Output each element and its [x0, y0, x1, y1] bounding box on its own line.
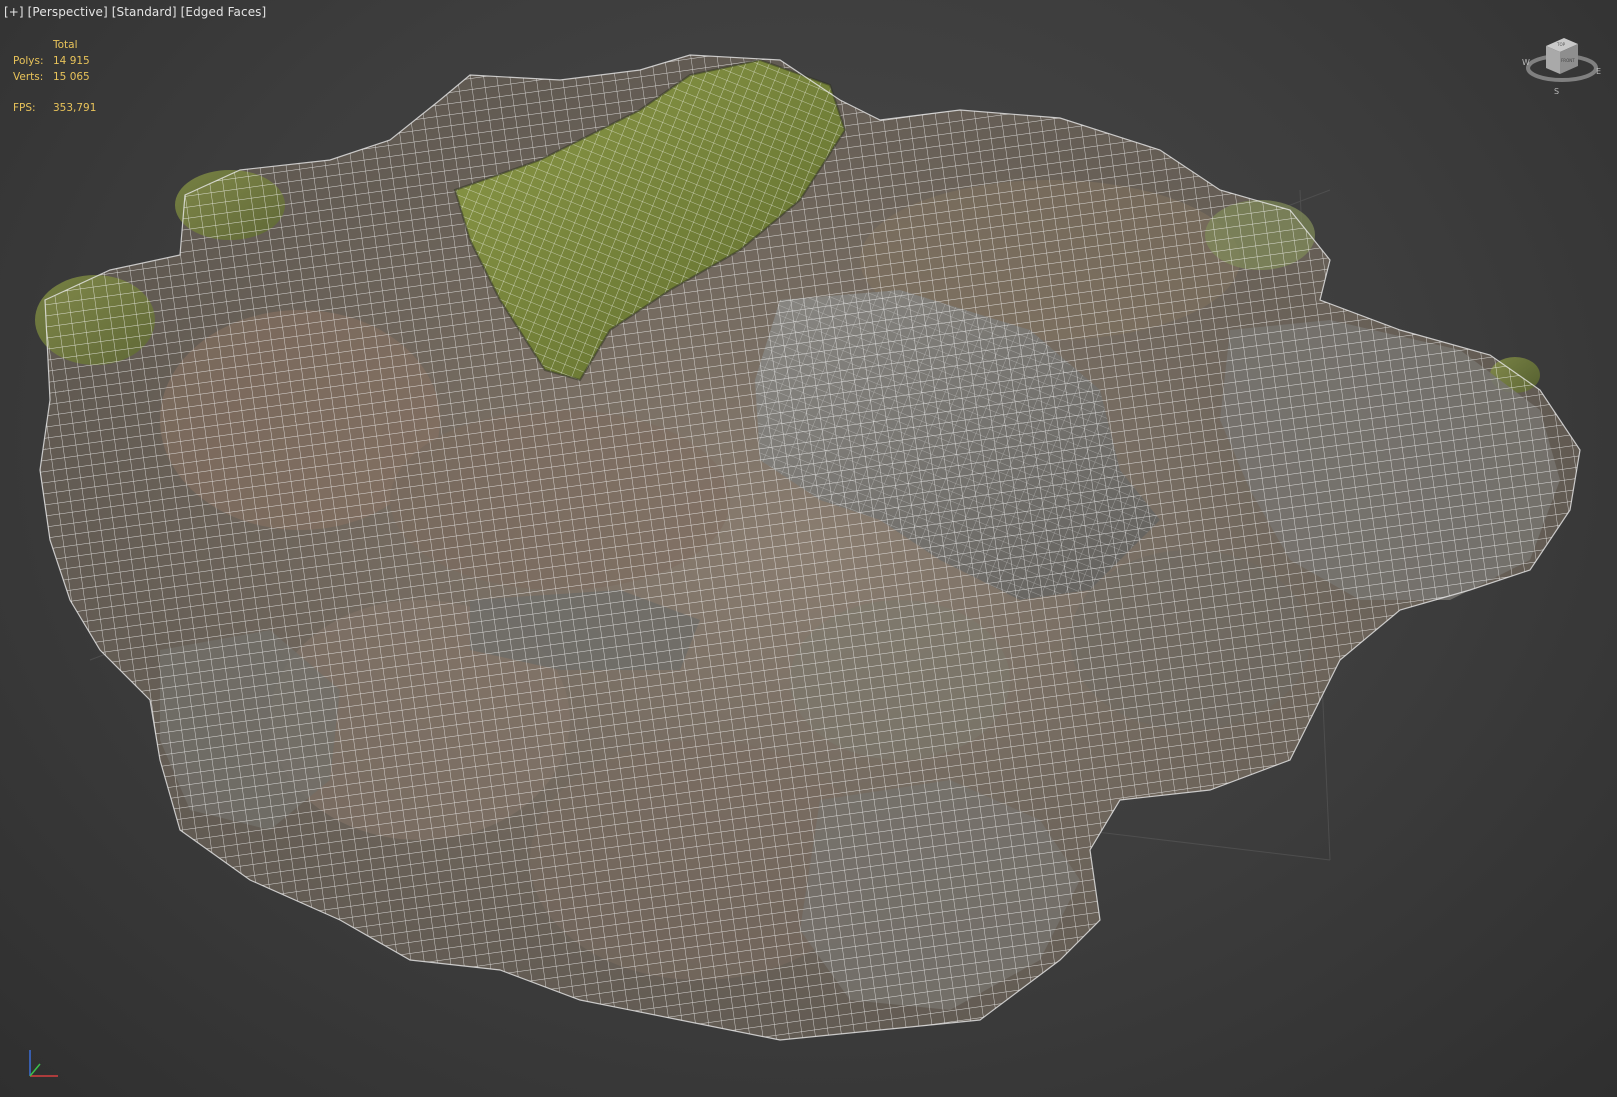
perspective-viewport[interactable]: [+] [Perspective] [Standard] [Edged Face…	[0, 0, 1617, 1097]
compass-south[interactable]: S	[1554, 87, 1559, 96]
polys-value: 14 915	[53, 55, 90, 67]
viewcube-icon[interactable]: TOP FRONT W E S	[1520, 28, 1604, 98]
scene-statistics: Total Polys: 14 915 Verts: 15 065 FPS: 353,…	[13, 37, 96, 116]
compass-east[interactable]: E	[1596, 67, 1601, 76]
wireframe-overlay	[40, 55, 1580, 1040]
viewport-view-menu[interactable]: [Perspective]	[28, 5, 108, 19]
compass-west[interactable]: W	[1522, 58, 1530, 67]
viewport-plus-menu[interactable]: [+]	[4, 5, 24, 19]
viewport-shading-menu[interactable]: [Standard]	[112, 5, 177, 19]
verts-value: 15 065	[53, 71, 90, 83]
scanned-rock-mesh[interactable]	[0, 0, 1617, 1097]
fps-value: 353,791	[53, 102, 97, 114]
stats-header: Total	[53, 39, 78, 51]
verts-label: Verts:	[13, 71, 44, 83]
viewcube-face-front[interactable]: FRONT	[1561, 58, 1575, 63]
viewport-label-menu[interactable]: [+] [Perspective] [Standard] [Edged Face…	[4, 5, 266, 19]
axis-tripod-icon	[29, 1050, 58, 1077]
fps-label: FPS:	[13, 102, 36, 114]
polys-label: Polys:	[13, 55, 44, 67]
viewcube-face-top[interactable]: TOP	[1556, 42, 1566, 47]
viewport-display-mode-menu[interactable]: [Edged Faces]	[181, 5, 267, 19]
viewcube-cube[interactable]: TOP FRONT	[1546, 38, 1578, 74]
